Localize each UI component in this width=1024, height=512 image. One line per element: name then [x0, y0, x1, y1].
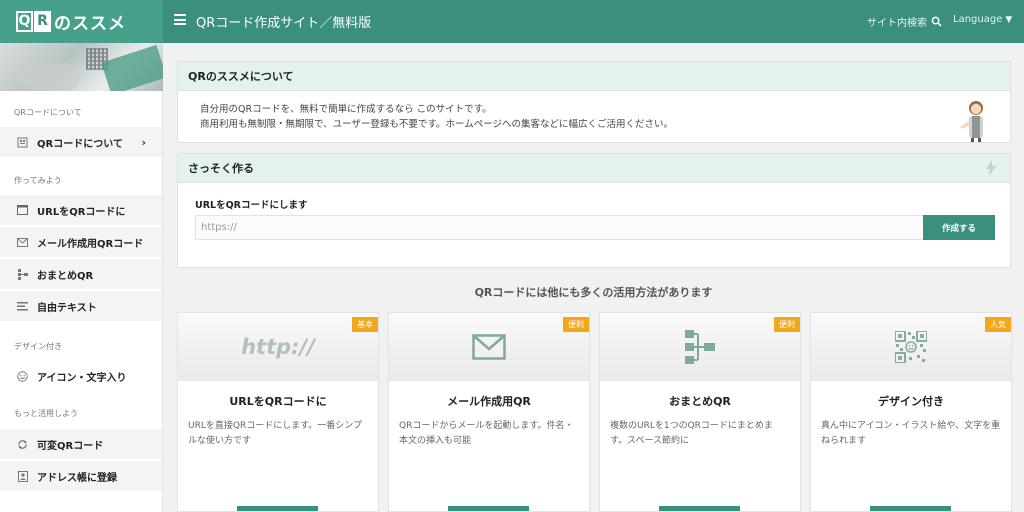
search-icon — [931, 16, 942, 27]
about-line-2: 商用利用も無制限・無期限で、ユーザー登録も不要です。ホームページへの集客などに幅… — [200, 119, 674, 130]
create-button[interactable]: 作成する — [923, 215, 995, 240]
sidebar-section-about: QRコードについて — [14, 108, 82, 117]
create-heading: さっそく作る — [178, 154, 1010, 183]
card-badge: 基本 — [352, 317, 378, 332]
feature-card-design[interactable]: 人気 デザイン付き 真ん中にアイコン・イラスト絵や、文字を重ねられます — [810, 312, 1012, 512]
sidebar-banner-image — [0, 43, 163, 91]
language-label: Language — [953, 14, 1003, 25]
sidebar-section-try: 作ってみよう — [14, 176, 62, 185]
smile-icon — [17, 370, 28, 382]
about-line-1: 自分用のQRコードを、無料で簡単に作成するなら このサイトです。 — [200, 104, 492, 115]
design-qr-icon — [895, 331, 927, 363]
sidebar-item-url-qr[interactable]: URLをQRコードに — [0, 195, 162, 225]
feature-card-omatome[interactable]: 便利 おまとめQR 複数のURLを1つのQRコードにまとめます。スペース節約に — [599, 312, 801, 512]
url-input[interactable] — [195, 215, 924, 240]
sidebar-item-label: アイコン・文字入り — [37, 372, 127, 384]
card-visual: http:// 基本 — [178, 313, 378, 381]
refresh-icon — [17, 439, 28, 450]
card-description: URLを直接QRコードにします。一番シンプルな使い方です — [188, 421, 363, 446]
site-logo[interactable]: Q R のススメ — [16, 8, 126, 34]
card-description: 複数のURLを1つのQRコードにまとめます。スペース節約に — [610, 421, 773, 446]
hamburger-menu-icon[interactable] — [174, 14, 186, 25]
card-button[interactable] — [659, 506, 740, 511]
more-uses-heading: QRコードには他にも多くの活用方法があります — [474, 286, 713, 299]
card-title: おまとめQR — [669, 395, 731, 408]
site-title: QRコード作成サイト／無料版 — [196, 16, 372, 31]
feature-card-mail[interactable]: 便利 メール作成用QR QRコードからメールを起動します。件名・本文の挿入も可能 — [388, 312, 590, 512]
logo-q: Q — [16, 10, 33, 32]
about-text: 自分用のQRコードを、無料で簡単に作成するなら このサイトです。 商用利用も無制… — [200, 102, 673, 132]
sidebar-item-label: 可変QRコード — [37, 440, 104, 452]
guide-person-illustration — [960, 101, 983, 142]
card-button[interactable] — [448, 506, 529, 511]
create-heading-text: さっそく作る — [188, 162, 254, 175]
about-heading: QRのススメについて — [178, 62, 1010, 91]
card-badge: 便利 — [774, 317, 800, 332]
logo-text: のススメ — [54, 13, 126, 34]
qr-doc-icon — [17, 137, 28, 148]
sidebar-item-label: おまとめQR — [37, 270, 94, 282]
contact-book-icon — [17, 470, 28, 482]
caret-down-icon: ▼ — [1005, 14, 1013, 25]
sidebar-item-free-text[interactable]: 自由テキスト — [0, 291, 162, 321]
sidebar-item-icon-text[interactable]: アイコン・文字入り — [0, 361, 162, 391]
window-icon — [17, 205, 28, 216]
url-field-label: URLをQRコードにします — [195, 200, 308, 211]
mail-icon — [472, 334, 506, 360]
http-visual-text: http:// — [241, 335, 315, 359]
sitemap-icon — [685, 330, 715, 364]
sitemap-icon — [17, 268, 28, 280]
card-title: メール作成用QR — [447, 395, 531, 408]
sidebar-item-mail-qr[interactable]: メール作成用QRコード — [0, 227, 162, 257]
card-badge: 便利 — [563, 317, 589, 332]
sidebar-item-label: URLをQRコードに — [37, 206, 126, 218]
card-description: QRコードからメールを起動します。件名・本文の挿入も可能 — [399, 421, 574, 446]
top-bar: Q R のススメ QRコード作成サイト／無料版 サイト内検索 Language … — [0, 0, 1024, 43]
card-button[interactable] — [870, 506, 951, 511]
lightning-icon — [986, 160, 996, 180]
sidebar-item-label: QRコードについて — [37, 138, 123, 150]
sidebar-section-advanced: もっと活用しよう — [14, 409, 78, 418]
card-button[interactable] — [237, 506, 318, 511]
search-label: サイト内検索 — [867, 18, 927, 29]
sidebar-item-label: メール作成用QRコード — [37, 238, 144, 250]
main-content: QRのススメについて 自分用のQRコードを、無料で簡単に作成するなら このサイト… — [163, 43, 1024, 512]
card-visual: 便利 — [389, 313, 589, 381]
sidebar-section-design: デザイン付き — [14, 342, 62, 351]
site-search-link[interactable]: サイト内検索 — [867, 14, 942, 29]
logo-area[interactable]: Q R のススメ — [0, 0, 163, 43]
sidebar-item-omatome-qr[interactable]: おまとめQR — [0, 259, 162, 289]
about-panel: QRのススメについて 自分用のQRコードを、無料で簡単に作成するなら このサイト… — [177, 61, 1011, 143]
card-visual: 便利 — [600, 313, 800, 381]
card-title: URLをQRコードに — [229, 395, 327, 408]
sidebar-item-address-book[interactable]: アドレス帳に登録 — [0, 461, 162, 491]
feature-card-url[interactable]: http:// 基本 URLをQRコードに URLを直接QRコードにします。一番… — [177, 312, 379, 512]
logo-r: R — [34, 10, 51, 32]
language-dropdown[interactable]: Language ▼ — [953, 14, 1012, 25]
create-panel: さっそく作る URLをQRコードにします 作成する — [177, 153, 1011, 268]
card-title: デザイン付き — [878, 395, 944, 408]
sidebar-item-label: 自由テキスト — [37, 302, 97, 314]
sidebar: QRコードについて QRコードについて › 作ってみよう URLをQRコードに … — [0, 43, 163, 512]
chevron-right-icon: › — [141, 135, 146, 149]
card-badge: 人気 — [985, 317, 1011, 332]
sidebar-item-variable-qr[interactable]: 可変QRコード — [0, 429, 162, 459]
text-lines-icon — [17, 301, 28, 312]
sidebar-item-about-qr[interactable]: QRコードについて › — [0, 127, 162, 157]
mail-icon — [17, 237, 28, 248]
card-description: 真ん中にアイコン・イラスト絵や、文字を重ねられます — [821, 421, 1001, 446]
sidebar-item-label: アドレス帳に登録 — [37, 472, 117, 484]
card-visual: 人気 — [811, 313, 1011, 381]
